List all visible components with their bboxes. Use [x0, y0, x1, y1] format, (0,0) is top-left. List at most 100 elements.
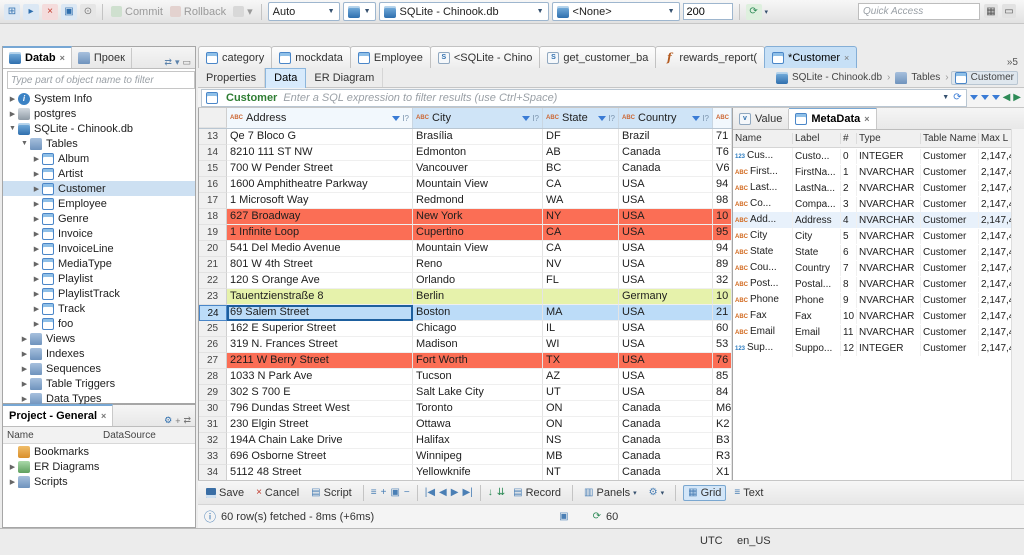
cell-address[interactable]: 1 Microsoft Way: [227, 193, 413, 209]
meta-cell-table-name[interactable]: Customer: [921, 244, 979, 260]
meta-cell-table-name[interactable]: Customer: [921, 324, 979, 340]
cell-address[interactable]: 627 Broadway: [227, 209, 413, 225]
row-number[interactable]: 26: [199, 337, 227, 353]
cell-country[interactable]: Canada: [619, 145, 713, 161]
editor-tab-customer[interactable]: *Customer ×: [764, 46, 858, 68]
close-tab-icon[interactable]: ×: [864, 114, 869, 124]
expand-arrow-icon[interactable]: ▶: [31, 305, 42, 313]
expand-arrow-icon[interactable]: ▶: [31, 215, 42, 223]
cell-postalcode[interactable]: 32: [713, 273, 732, 289]
expand-arrow-icon[interactable]: ▶: [7, 478, 18, 486]
cell-state[interactable]: MB: [543, 449, 619, 465]
cell-state[interactable]: AZ: [543, 369, 619, 385]
cancel-button[interactable]: × Cancel: [252, 486, 303, 500]
cell-city[interactable]: Winnipeg: [413, 449, 543, 465]
meta-cell-label[interactable]: Address: [793, 212, 841, 228]
meta-cell-label[interactable]: Compa...: [793, 196, 841, 212]
editor-tab-employee[interactable]: Employee: [349, 46, 431, 68]
expand-arrow-icon[interactable]: ▶: [31, 245, 42, 253]
column-header-country[interactable]: ABC Country I?: [619, 108, 713, 128]
meta-cell-table-name[interactable]: Customer: [921, 292, 979, 308]
row-number[interactable]: 14: [199, 145, 227, 161]
meta-cell-label[interactable]: Country: [793, 260, 841, 276]
cell-country[interactable]: USA: [619, 321, 713, 337]
meta-cell-type[interactable]: NVARCHAR: [857, 228, 921, 244]
meta-cell-type[interactable]: NVARCHAR: [857, 276, 921, 292]
cell-postalcode[interactable]: 85: [713, 369, 732, 385]
expand-arrow-icon[interactable]: ▼: [19, 140, 30, 147]
tree-item-postgres[interactable]: ▶ postgres: [3, 106, 195, 121]
table-row-19[interactable]: 19 1 Infinite Loop Cupertino CA USA 95: [199, 225, 732, 241]
meta-cell-max-length[interactable]: 2,147,48: [979, 180, 1013, 196]
expand-arrow-icon[interactable]: ▶: [7, 110, 18, 118]
cell-state[interactable]: NS: [543, 433, 619, 449]
filter-icon[interactable]: [392, 115, 401, 121]
row-number[interactable]: 22: [199, 273, 227, 289]
cell-country[interactable]: USA: [619, 353, 713, 369]
breadcrumb-item-customer[interactable]: Customer: [950, 70, 1018, 85]
expand-arrow-icon[interactable]: ▶: [31, 275, 42, 283]
meta-cell-table-name[interactable]: Customer: [921, 308, 979, 324]
meta-row-address[interactable]: ABCAdd...Address4NVARCHARCustomer2,147,4…: [733, 211, 1024, 229]
meta-cell-name[interactable]: 123 Cus...: [733, 147, 793, 165]
meta-row-country[interactable]: ABCCou...Country7NVARCHARCustomer2,147,4…: [733, 259, 1024, 277]
table-row-25[interactable]: 25 162 E Superior Street Chicago IL USA 60: [199, 321, 732, 337]
cell-address[interactable]: 120 S Orange Ave: [227, 273, 413, 289]
meta-row-custo[interactable]: 123Cus...Custo...0INTEGERCustomer2,147,4…: [733, 147, 1024, 165]
meta-cell-ordinal[interactable]: 9: [841, 292, 857, 308]
cell-address[interactable]: 230 Elgin Street: [227, 417, 413, 433]
minimize-icon[interactable]: ▭: [182, 57, 191, 68]
cell-postalcode[interactable]: 98: [713, 193, 732, 209]
row-number[interactable]: 24: [199, 305, 227, 321]
cell-address[interactable]: 69 Salem Street: [227, 305, 413, 321]
project-item-scripts[interactable]: ▶ Scripts: [3, 474, 195, 489]
meta-cell-name[interactable]: ABC Co...: [733, 195, 793, 213]
cell-state[interactable]: CA: [543, 225, 619, 241]
cell-city[interactable]: Vancouver: [413, 161, 543, 177]
meta-cell-ordinal[interactable]: 6: [841, 244, 857, 260]
expand-arrow-icon[interactable]: ▶: [31, 260, 42, 268]
tab-value[interactable]: v Value: [733, 109, 790, 129]
delete-row-icon[interactable]: −: [404, 487, 410, 498]
tree-item-indexes[interactable]: ▶ Indexes: [3, 346, 195, 361]
meta-column-header-label[interactable]: Label: [793, 133, 841, 144]
meta-cell-name[interactable]: ABC Phone: [733, 291, 793, 309]
meta-row-suppo[interactable]: 123 Sup... Suppo... 12 INTEGER Customer 2,147,…: [733, 339, 1024, 357]
expand-arrow-icon[interactable]: ▼: [7, 125, 18, 132]
meta-cell-type[interactable]: NVARCHAR: [857, 308, 921, 324]
tab-project-general[interactable]: Project - General ×: [3, 404, 114, 426]
row-number[interactable]: 15: [199, 161, 227, 177]
meta-cell-type[interactable]: NVARCHAR: [857, 292, 921, 308]
add-icon[interactable]: +: [175, 416, 180, 426]
cell-country[interactable]: Canada: [619, 401, 713, 417]
project-item-er-diagrams[interactable]: ▶ ER Diagrams: [3, 459, 195, 474]
first-page-icon[interactable]: |◀: [425, 487, 435, 498]
cell-postalcode[interactable]: T6: [713, 145, 732, 161]
tab-projects[interactable]: Проек: [72, 48, 132, 68]
row-number[interactable]: 30: [199, 401, 227, 417]
meta-cell-name[interactable]: ABC Add...: [733, 211, 793, 229]
quick-access-input[interactable]: [858, 2, 980, 20]
cell-address[interactable]: 541 Del Medio Avenue: [227, 241, 413, 257]
meta-cell-label[interactable]: Suppo...: [793, 340, 841, 356]
meta-row-city[interactable]: ABCCityCity5NVARCHARCustomer2,147,48: [733, 227, 1024, 245]
cell-address[interactable]: 696 Osborne Street: [227, 449, 413, 465]
cell-address[interactable]: 796 Dundas Street West: [227, 401, 413, 417]
table-row-33[interactable]: 33 696 Osborne Street Winnipeg MB Canada R3: [199, 449, 732, 465]
meta-column-header-table-name[interactable]: Table Name: [921, 133, 979, 144]
tree-item-data-types[interactable]: ▶ Data Types: [3, 391, 195, 404]
expand-arrow-icon[interactable]: ▶: [31, 230, 42, 238]
cell-country[interactable]: Germany: [619, 289, 713, 305]
apply-filter-icon[interactable]: ⟳: [953, 92, 961, 103]
meta-cell-max-length[interactable]: 2,147,48: [979, 340, 1013, 356]
cell-postalcode[interactable]: 94: [713, 177, 732, 193]
cell-postalcode[interactable]: 21: [713, 305, 732, 321]
meta-cell-type[interactable]: NVARCHAR: [857, 212, 921, 228]
meta-column-header-type[interactable]: Type: [857, 133, 921, 144]
meta-cell-ordinal[interactable]: 12: [841, 340, 857, 356]
cell-state[interactable]: NV: [543, 257, 619, 273]
column-sort-icon[interactable]: I?: [608, 114, 615, 123]
cell-postalcode[interactable]: 10: [713, 289, 732, 305]
meta-column-header-max-l[interactable]: Max L: [979, 133, 1013, 144]
tree-item-track[interactable]: ▶ Track: [3, 301, 195, 316]
